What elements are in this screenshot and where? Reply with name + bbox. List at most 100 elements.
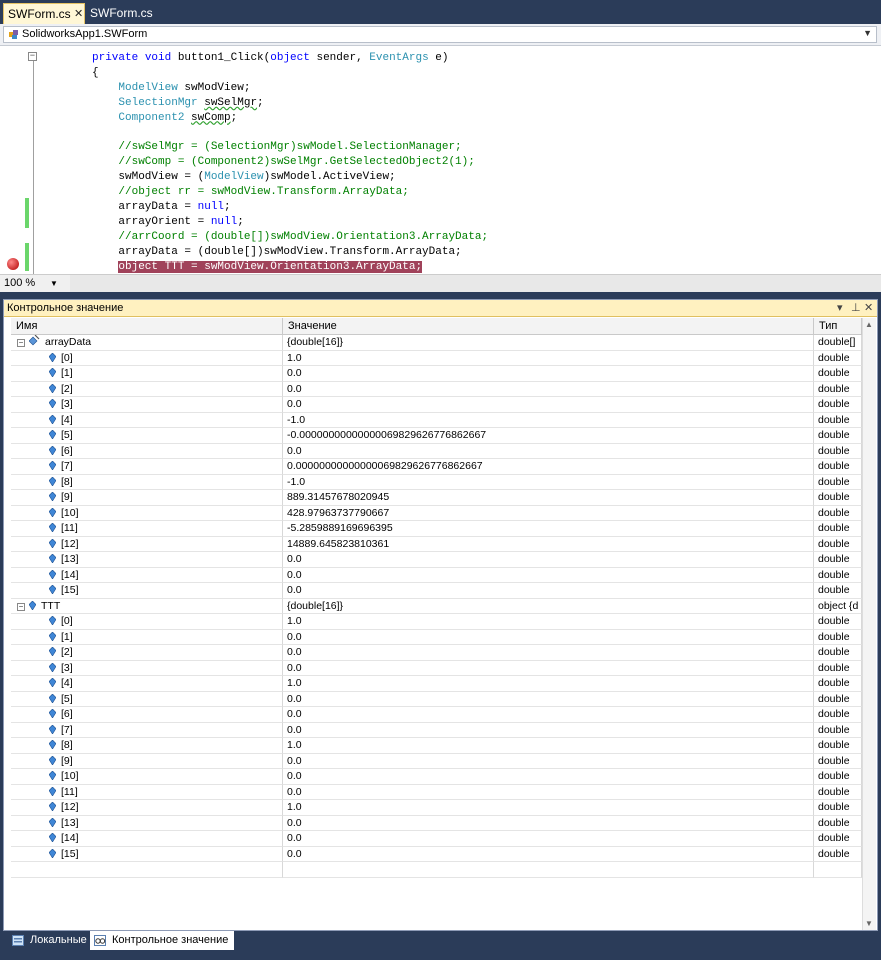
window-position-icon[interactable]: ▾ (837, 301, 843, 314)
name-cell[interactable] (11, 862, 283, 878)
name-cell[interactable]: [10] (11, 505, 283, 521)
value-cell[interactable]: -0.00000000000000069829626776862667 (283, 428, 814, 444)
tab-watch[interactable]: Контрольное значение (90, 931, 234, 950)
pin-icon[interactable]: ⊥ (851, 301, 861, 314)
code-line[interactable]: //object rr = swModView.Transform.ArrayD… (92, 185, 408, 200)
code-line[interactable]: //swComp = (Component2)swSelMgr.GetSelec… (92, 155, 474, 170)
watch-element-row[interactable]: [14] 0.0 double (11, 567, 862, 583)
indicator-margin[interactable] (0, 46, 24, 274)
watch-element-row[interactable]: [10] 0.0 double (11, 769, 862, 785)
watch-empty-row[interactable] (11, 862, 862, 878)
name-cell[interactable]: [11] (11, 784, 283, 800)
tab-locals[interactable]: Локальные (8, 931, 88, 950)
value-cell[interactable]: -1.0 (283, 474, 814, 490)
collapse-icon[interactable]: − (17, 339, 25, 347)
watch-element-row[interactable]: [11] 0.0 double (11, 784, 862, 800)
watch-element-row[interactable]: [10] 428.97963737790667 double (11, 505, 862, 521)
name-cell[interactable]: [15] (11, 846, 283, 862)
code-line[interactable]: arrayData = null; (92, 200, 230, 215)
value-cell[interactable]: {double[16]} (283, 335, 814, 351)
tab-swform-designer[interactable]: SWForm.cs [Конструктор] (86, 3, 226, 41)
name-cell[interactable]: [4] (11, 676, 283, 692)
name-cell[interactable]: [3] (11, 397, 283, 413)
value-cell[interactable]: 0.0 (283, 769, 814, 785)
name-cell[interactable]: [0] (11, 350, 283, 366)
name-cell[interactable]: − arrayData (11, 335, 283, 351)
watch-element-row[interactable]: [3] 0.0 double (11, 660, 862, 676)
code-line[interactable]: Component2 swComp; (92, 111, 237, 126)
watch-element-row[interactable]: [5] 0.0 double (11, 691, 862, 707)
name-cell[interactable]: [10] (11, 769, 283, 785)
watch-element-row[interactable]: [4] 1.0 double (11, 676, 862, 692)
value-cell[interactable]: 0.0 (283, 443, 814, 459)
value-cell[interactable]: -1.0 (283, 412, 814, 428)
value-cell[interactable]: 1.0 (283, 350, 814, 366)
watch-element-row[interactable]: [13] 0.0 double (11, 815, 862, 831)
value-cell[interactable]: 0.0 (283, 831, 814, 847)
column-header-name[interactable]: Имя (11, 318, 283, 335)
name-cell[interactable]: [11] (11, 521, 283, 537)
value-cell[interactable]: 1.0 (283, 738, 814, 754)
name-cell[interactable]: [2] (11, 645, 283, 661)
code-line[interactable]: arrayData = (double[])swModView.Transfor… (92, 245, 461, 260)
watch-element-row[interactable]: [13] 0.0 double (11, 552, 862, 568)
watch-variable-row[interactable]: − arrayData {double[16]} double[] (11, 335, 862, 351)
value-cell[interactable]: 0.0 (283, 846, 814, 862)
name-cell[interactable]: [12] (11, 800, 283, 816)
watch-element-row[interactable]: [1] 0.0 double (11, 629, 862, 645)
name-cell[interactable]: [5] (11, 691, 283, 707)
name-cell[interactable]: [15] (11, 583, 283, 599)
name-cell[interactable]: [7] (11, 722, 283, 738)
name-cell[interactable]: [3] (11, 660, 283, 676)
value-cell[interactable]: 14889.645823810361 (283, 536, 814, 552)
watch-element-row[interactable]: [7] 0.0 double (11, 722, 862, 738)
scroll-down-icon[interactable]: ▼ (865, 919, 873, 928)
watch-element-row[interactable]: [5] -0.00000000000000069829626776862667 do… (11, 428, 862, 444)
chevron-down-icon[interactable]: ▼ (863, 28, 872, 38)
close-icon[interactable]: ✕ (864, 301, 873, 314)
scroll-up-icon[interactable]: ▲ (865, 320, 873, 329)
class-dropdown[interactable]: SolidworksApp1.SWForm ▼ (3, 26, 877, 43)
value-cell[interactable]: 1.0 (283, 676, 814, 692)
watch-element-row[interactable]: [14] 0.0 double (11, 831, 862, 847)
name-cell[interactable]: [6] (11, 707, 283, 723)
watch-element-row[interactable]: [1] 0.0 double (11, 366, 862, 382)
watch-element-row[interactable]: [15] 0.0 double (11, 583, 862, 599)
value-cell[interactable]: 428.97963737790667 (283, 505, 814, 521)
value-cell[interactable]: 0.0 (283, 567, 814, 583)
watch-element-row[interactable]: [9] 889.31457678020945 double (11, 490, 862, 506)
watch-element-row[interactable]: [2] 0.0 double (11, 381, 862, 397)
horizontal-scrollbar[interactable] (70, 275, 881, 292)
code-line[interactable]: private void button1_Click(object sender… (92, 51, 449, 66)
column-header-type[interactable]: Тип (814, 318, 862, 335)
name-cell[interactable]: [2] (11, 381, 283, 397)
name-cell[interactable]: [1] (11, 366, 283, 382)
name-cell[interactable]: [1] (11, 629, 283, 645)
code-editor[interactable]: − private void button1_Click(object send… (0, 46, 881, 274)
value-cell[interactable]: 0.0 (283, 707, 814, 723)
watch-element-row[interactable]: [3] 0.0 double (11, 397, 862, 413)
name-cell[interactable]: [13] (11, 552, 283, 568)
watch-element-row[interactable]: [8] -1.0 double (11, 474, 862, 490)
name-cell[interactable]: [13] (11, 815, 283, 831)
value-cell[interactable]: 0.0 (283, 397, 814, 413)
name-cell[interactable]: [14] (11, 567, 283, 583)
watch-element-row[interactable]: [2] 0.0 double (11, 645, 862, 661)
value-cell[interactable]: {double[16]} (283, 598, 814, 614)
value-cell[interactable]: 0.0 (283, 753, 814, 769)
name-cell[interactable]: [14] (11, 831, 283, 847)
value-cell[interactable]: -5.2859889169696395 (283, 521, 814, 537)
watch-element-row[interactable]: [15] 0.0 double (11, 846, 862, 862)
value-cell[interactable]: 0.0 (283, 366, 814, 382)
value-cell[interactable]: 1.0 (283, 800, 814, 816)
collapse-icon[interactable]: − (17, 602, 25, 611)
name-cell[interactable]: [12] (11, 536, 283, 552)
code-line[interactable]: { (92, 66, 99, 81)
name-cell[interactable]: [5] (11, 428, 283, 444)
watch-element-row[interactable]: [8] 1.0 double (11, 738, 862, 754)
name-cell[interactable]: [8] (11, 474, 283, 490)
value-cell[interactable]: 0.0 (283, 815, 814, 831)
value-cell[interactable]: 0.0 (283, 645, 814, 661)
name-cell[interactable]: [8] (11, 738, 283, 754)
name-cell[interactable]: [9] (11, 490, 283, 506)
